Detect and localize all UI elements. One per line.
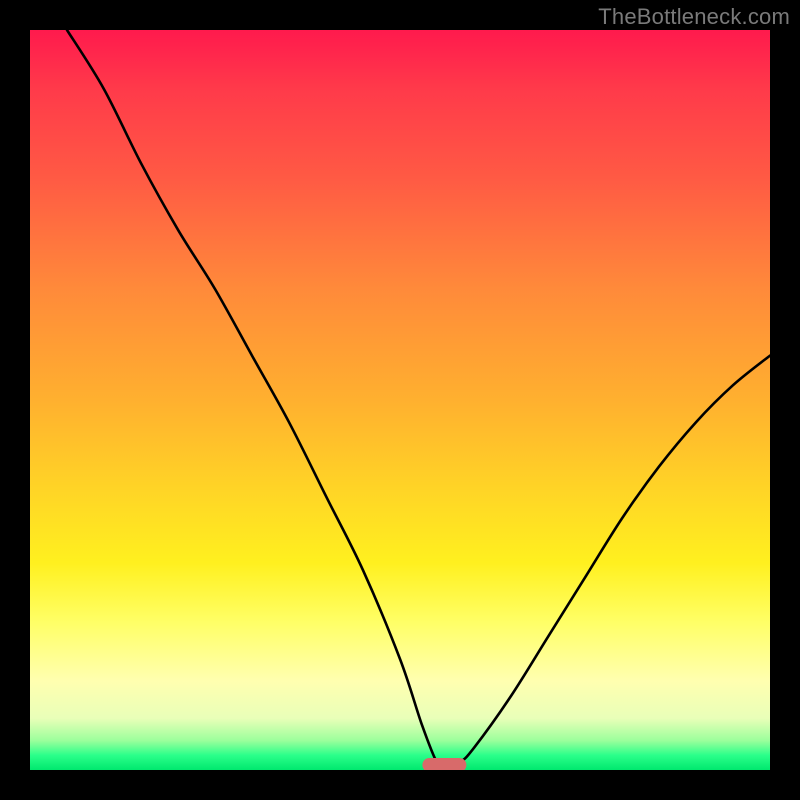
optimal-marker: [422, 758, 466, 770]
chart-frame: TheBottleneck.com: [0, 0, 800, 800]
bottleneck-curve: [30, 30, 770, 770]
attribution-label: TheBottleneck.com: [598, 4, 790, 30]
plot-area: [30, 30, 770, 770]
